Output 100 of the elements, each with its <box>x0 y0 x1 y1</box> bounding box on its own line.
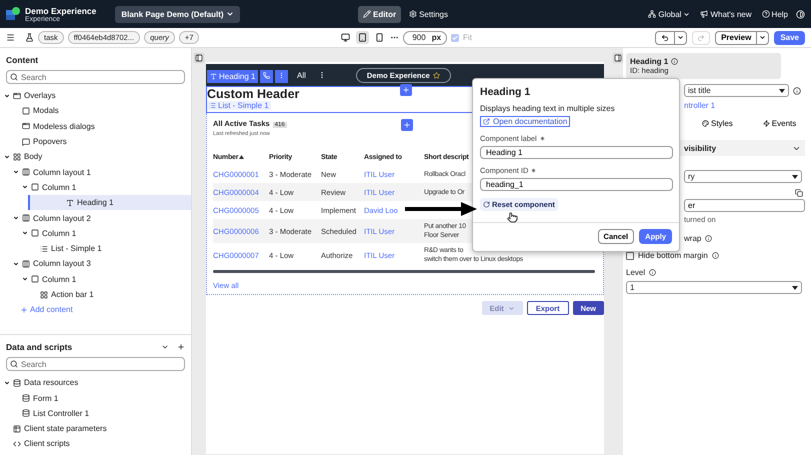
device-button[interactable] <box>339 31 352 44</box>
tree-item[interactable]: Data resources <box>0 375 191 390</box>
panel-tab[interactable]: Events <box>762 119 796 132</box>
text-field[interactable]: heading_1 <box>480 178 673 191</box>
caret-icon[interactable] <box>13 215 19 222</box>
panel-icon <box>614 54 622 62</box>
tree-item[interactable]: Client scripts <box>0 436 191 452</box>
heading-chip[interactable]: Heading 1 <box>207 70 258 83</box>
tree-item[interactable]: Modals <box>0 103 191 119</box>
caret-icon[interactable] <box>13 260 19 267</box>
caret-icon[interactable] <box>4 92 10 99</box>
columns-icon <box>22 168 30 176</box>
tree-label: Column layout 3 <box>33 259 91 268</box>
flask-icon[interactable] <box>25 33 34 42</box>
tree-item[interactable]: Column 1 <box>0 226 191 241</box>
tree-item[interactable]: Overlays <box>0 88 191 104</box>
help-icon <box>762 10 770 18</box>
level-select[interactable]: 1 <box>626 281 802 294</box>
tree-item[interactable]: Column 1 <box>0 272 191 287</box>
search-field[interactable]: Search <box>6 70 185 84</box>
caret-icon[interactable] <box>22 276 28 282</box>
documentation-link[interactable]: Open documentation <box>480 116 570 127</box>
tree-item[interactable]: Popovers <box>0 134 191 150</box>
tree-label: Action bar 1 <box>51 290 94 299</box>
undo-menu-button[interactable] <box>675 32 686 44</box>
tree-label: Column 1 <box>42 182 76 192</box>
table-icon <box>13 424 21 433</box>
mode-tab[interactable]: Editor <box>358 6 402 22</box>
add-content-link[interactable]: Add content <box>0 302 73 314</box>
tree-item[interactable]: Client state parameters <box>0 421 191 436</box>
add-button[interactable] <box>400 84 412 96</box>
preview-menu-button[interactable] <box>757 32 768 44</box>
tree-item[interactable]: List Controller 1 <box>0 406 191 422</box>
info-icon <box>671 58 678 65</box>
title-select[interactable]: ist title <box>684 84 789 97</box>
add-icon[interactable] <box>177 343 185 352</box>
phone-icon <box>263 72 270 79</box>
tree-label: Column 1 <box>42 274 76 284</box>
caret-icon[interactable] <box>22 184 28 190</box>
checkbox-label: wrap <box>684 234 702 243</box>
tree-item[interactable]: Column layout 2 <box>0 210 191 226</box>
tree-item[interactable]: Heading 1 <box>28 195 191 210</box>
info-icon <box>793 86 801 94</box>
page-selector[interactable]: Blank Page Demo (Default) <box>115 6 240 22</box>
tree-item[interactable]: Modeless dialogs <box>0 118 191 134</box>
collapse-button[interactable] <box>612 53 622 63</box>
save-button[interactable]: Save <box>774 30 805 44</box>
more-button[interactable] <box>275 70 288 83</box>
add-button[interactable] <box>401 119 413 131</box>
contrast-icon[interactable] <box>796 10 805 18</box>
tree-label: Overlays <box>24 91 56 100</box>
header-link[interactable]: Global <box>646 8 692 20</box>
text-field[interactable]: Heading 1 <box>480 146 673 159</box>
caret-icon[interactable] <box>4 380 10 386</box>
list-chip[interactable]: List - Simple 1 <box>207 101 271 110</box>
square-icon <box>22 106 30 115</box>
nav-link[interactable]: All <box>297 70 306 80</box>
info-icon <box>705 235 712 242</box>
tree-item[interactable]: List - Simple 1 <box>0 240 191 256</box>
component-title: Heading 1 <box>630 57 668 66</box>
header-link[interactable]: Help <box>760 8 790 20</box>
chevron-down-icon <box>226 10 234 18</box>
variant-select[interactable]: ry <box>684 170 802 183</box>
controller-link[interactable]: ntroller 1 <box>684 101 716 110</box>
caret-icon[interactable] <box>22 230 28 236</box>
info-icon <box>712 252 719 259</box>
text-field[interactable]: er <box>684 199 805 212</box>
tree-item[interactable]: Column layout 1 <box>0 164 191 180</box>
tree-item[interactable]: Action bar 1 <box>0 286 191 302</box>
search-field[interactable]: Search <box>6 357 185 372</box>
caret-icon[interactable] <box>4 154 10 160</box>
tablet-icon <box>358 33 368 42</box>
tree-item[interactable]: Column layout 3 <box>0 256 191 272</box>
caret-icon[interactable] <box>13 169 19 176</box>
star-icon <box>432 72 440 78</box>
tree-item[interactable]: Form 1 <box>0 390 191 406</box>
tree-item[interactable]: Column 1 <box>0 180 191 196</box>
tree-label: Data resources <box>24 378 78 388</box>
collapse-button[interactable] <box>194 53 204 63</box>
header-link[interactable]: What's new <box>698 8 754 20</box>
caret-icon <box>792 286 798 290</box>
copy-icon[interactable] <box>795 189 803 197</box>
hierarchy-icon <box>648 10 656 18</box>
undo-button[interactable] <box>656 32 676 44</box>
preview-button[interactable]: Preview <box>716 32 758 44</box>
chevron-down-icon <box>683 10 690 18</box>
device-button[interactable] <box>356 31 370 44</box>
palette-icon <box>702 120 709 127</box>
sort-icon <box>239 155 244 159</box>
phone-button[interactable] <box>260 70 274 83</box>
menu-icon[interactable] <box>6 33 15 42</box>
width-field[interactable]: 900 px <box>403 30 448 44</box>
tree-label: Client scripts <box>24 439 70 448</box>
list-icon <box>40 244 48 253</box>
caret-icon <box>792 174 798 178</box>
settings-icon <box>409 10 418 18</box>
tree-label: Form 1 <box>33 394 58 403</box>
mode-tab[interactable]: Settings <box>404 6 453 22</box>
panel-tab[interactable]: Styles <box>702 119 733 132</box>
tree-item[interactable]: Body <box>0 149 191 164</box>
